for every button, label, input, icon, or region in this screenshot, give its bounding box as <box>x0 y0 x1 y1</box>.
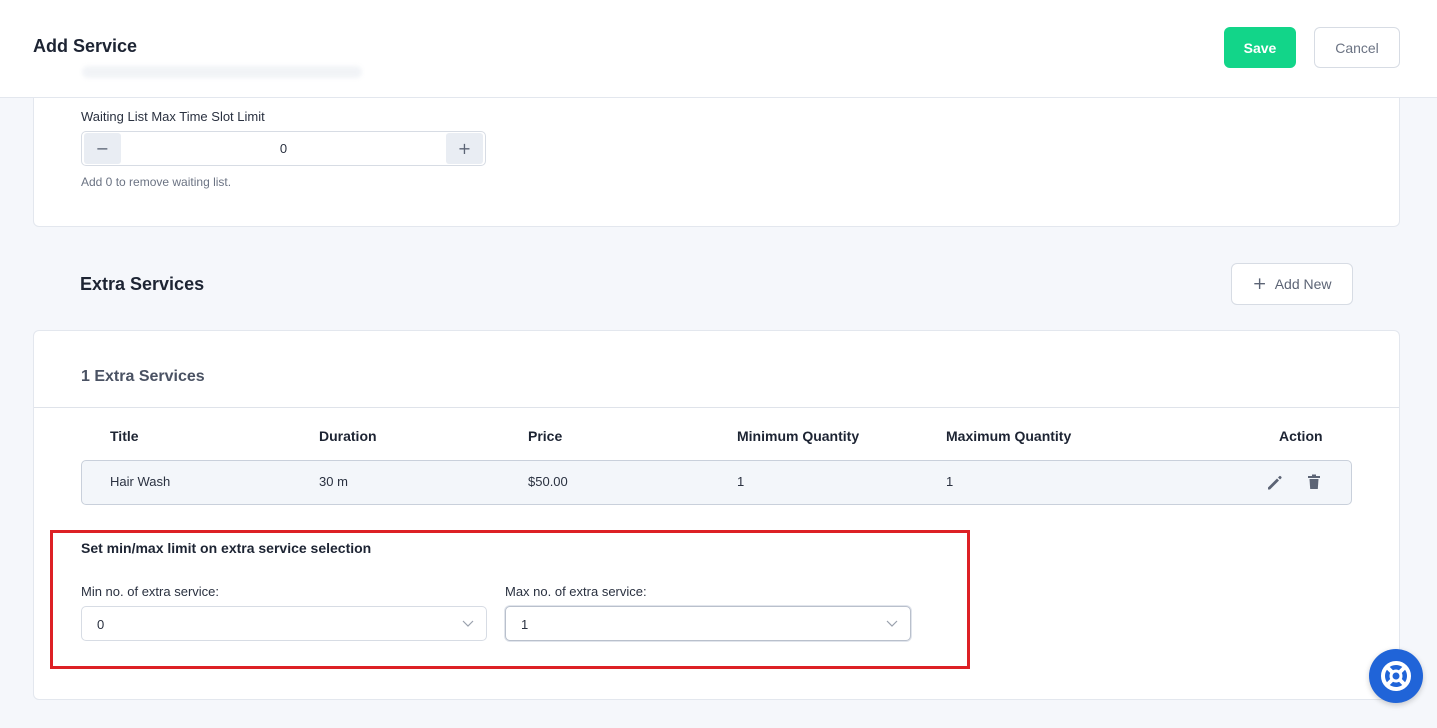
decrement-button[interactable]: − <box>84 133 121 164</box>
pencil-icon[interactable] <box>1265 472 1283 492</box>
header-ghost-text <box>82 66 362 78</box>
waiting-list-input[interactable] <box>122 132 445 165</box>
lifebuoy-icon <box>1381 661 1411 691</box>
column-header-min-quantity: Minimum Quantity <box>737 428 860 444</box>
min-extra-label: Min no. of extra service: <box>81 584 219 599</box>
help-button[interactable] <box>1369 649 1423 703</box>
cell-duration: 30 m <box>319 474 348 489</box>
column-header-price: Price <box>528 428 563 444</box>
chevron-down-icon <box>462 620 474 627</box>
cell-max-quantity: 1 <box>946 474 954 489</box>
extra-services-heading: Extra Services <box>80 274 205 294</box>
cancel-button[interactable]: Cancel <box>1314 27 1400 68</box>
max-extra-select[interactable]: 1 <box>505 606 911 641</box>
column-header-max-quantity: Maximum Quantity <box>946 428 1072 444</box>
add-new-button[interactable]: + Add New <box>1231 263 1353 305</box>
increment-button[interactable]: + <box>446 133 483 164</box>
trash-icon[interactable] <box>1305 472 1323 492</box>
limit-section-title: Set min/max limit on extra service selec… <box>81 540 372 556</box>
page-title: Add Service <box>33 36 138 56</box>
column-header-action: Action <box>1279 428 1323 444</box>
table-row <box>81 460 1352 505</box>
page-header: Add Service Save Cancel <box>0 0 1437 98</box>
column-header-duration: Duration <box>319 428 377 444</box>
cell-price: $50.00 <box>528 474 568 489</box>
save-button[interactable]: Save <box>1224 27 1296 68</box>
min-extra-value: 0 <box>97 617 105 632</box>
cell-min-quantity: 1 <box>737 474 745 489</box>
divider <box>34 407 1399 408</box>
waiting-list-stepper: − + <box>81 131 486 166</box>
waiting-list-help-text: Add 0 to remove waiting list. <box>81 175 232 189</box>
min-extra-select[interactable]: 0 <box>81 606 487 641</box>
max-extra-value: 1 <box>521 617 529 632</box>
column-header-title: Title <box>110 428 139 444</box>
add-new-label: Add New <box>1274 276 1332 292</box>
plus-icon: + <box>1252 274 1267 294</box>
extra-services-count: 1 Extra Services <box>81 368 205 385</box>
chevron-down-icon <box>886 620 898 627</box>
max-extra-label: Max no. of extra service: <box>505 584 647 599</box>
cell-title: Hair Wash <box>110 474 171 489</box>
waiting-list-label: Waiting List Max Time Slot Limit <box>81 109 265 124</box>
